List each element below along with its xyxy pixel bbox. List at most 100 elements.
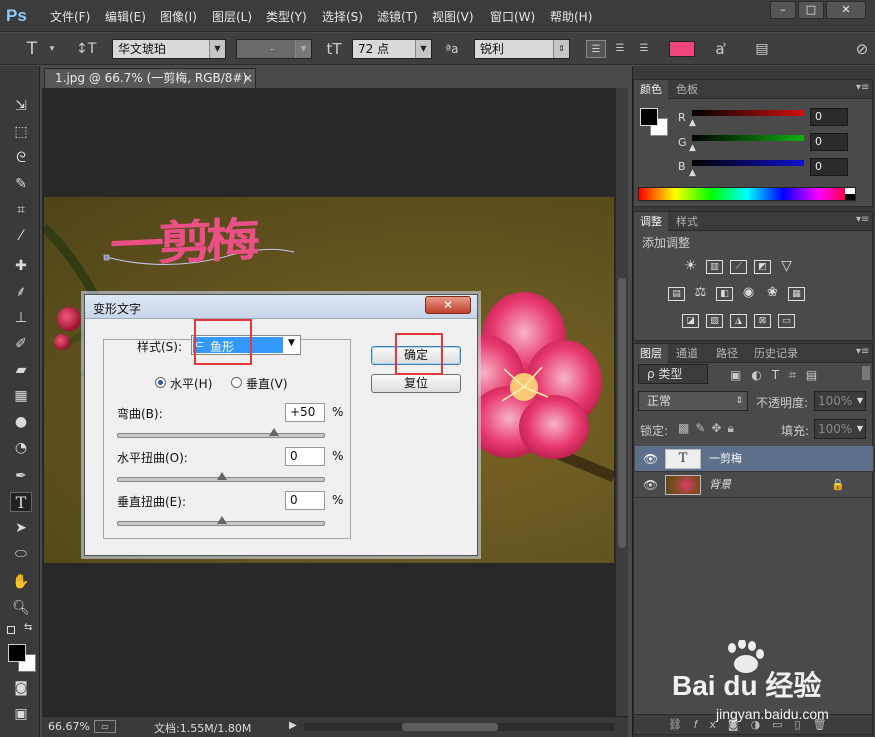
- bend-slider-thumb[interactable]: [269, 428, 279, 436]
- b-value[interactable]: 0: [810, 158, 848, 176]
- layer-name[interactable]: 一剪梅: [709, 446, 742, 472]
- bend-slider[interactable]: [117, 428, 325, 438]
- vertical-distortion-slider[interactable]: [117, 516, 325, 526]
- tab-adjustments[interactable]: 调整: [634, 212, 668, 231]
- menu-image[interactable]: 图像(I): [160, 8, 197, 26]
- tab-color[interactable]: 颜色: [634, 80, 668, 99]
- menu-help[interactable]: 帮助(H): [550, 8, 592, 26]
- scrollbar-thumb[interactable]: [402, 723, 498, 731]
- tab-styles[interactable]: 样式: [670, 212, 704, 231]
- g-slider-track[interactable]: [692, 135, 804, 141]
- lasso-tool-icon[interactable]: ᘓ: [10, 148, 32, 168]
- filter-toggle[interactable]: [862, 366, 870, 380]
- color-spectrum-bar[interactable]: [638, 187, 856, 201]
- tab-history[interactable]: 历史记录: [748, 344, 804, 363]
- panel-menu-icon[interactable]: ▾≡: [856, 82, 869, 93]
- brush-tool-icon[interactable]: ⸙: [10, 282, 32, 302]
- tool-preset-dropdown-icon[interactable]: ▾: [42, 40, 62, 58]
- type-tool-icon[interactable]: T: [22, 40, 42, 58]
- vertical-distortion-slider-thumb[interactable]: [217, 516, 227, 524]
- horizontal-distortion-input[interactable]: 0: [285, 447, 325, 466]
- align-center-icon[interactable]: ☰: [610, 40, 630, 58]
- selective-color-icon[interactable]: ⊠: [754, 314, 771, 328]
- close-window-button[interactable]: ✕: [826, 1, 866, 19]
- filter-icons[interactable]: ▣◐T⌗▤: [730, 368, 827, 383]
- align-right-icon[interactable]: ☰: [634, 40, 654, 58]
- type-tool-icon[interactable]: T: [10, 492, 32, 512]
- zoom-level[interactable]: 66.67%: [48, 720, 90, 733]
- antialias-select[interactable]: 锐利 ⇕: [474, 39, 570, 59]
- move-tool-icon[interactable]: ⇲: [10, 96, 32, 116]
- reset-button[interactable]: 复位: [371, 374, 461, 393]
- horizontal-scrollbar[interactable]: [304, 723, 614, 731]
- levels-icon[interactable]: ▥: [706, 260, 723, 274]
- warped-text-layer[interactable]: 一剪梅: [110, 202, 254, 276]
- r-slider-thumb[interactable]: ▲: [689, 118, 696, 128]
- panel-menu-icon[interactable]: ▾≡: [856, 346, 869, 357]
- tab-swatches[interactable]: 色板: [670, 80, 704, 99]
- menu-window[interactable]: 窗口(W): [490, 8, 535, 26]
- tab-layers[interactable]: 图层: [634, 344, 668, 363]
- status-menu-arrow-icon[interactable]: ▶: [289, 720, 297, 731]
- menu-layer[interactable]: 图层(L): [212, 8, 252, 26]
- gradient-tool-icon[interactable]: ▦: [10, 386, 32, 406]
- foreground-swatch[interactable]: [640, 108, 658, 126]
- pen-tool-icon[interactable]: ✒: [10, 466, 32, 486]
- layer-filter-select[interactable]: ρ 类型: [638, 364, 708, 384]
- marquee-tool-icon[interactable]: ⬚: [10, 122, 32, 142]
- horizontal-distortion-slider[interactable]: [117, 472, 325, 482]
- visibility-eye-icon[interactable]: 👁︎: [643, 446, 658, 472]
- eraser-tool-icon[interactable]: ▰: [10, 360, 32, 380]
- path-select-tool-icon[interactable]: ➤: [10, 518, 32, 538]
- blur-tool-icon[interactable]: ●: [10, 412, 32, 432]
- menu-edit[interactable]: 编辑(E): [105, 8, 146, 26]
- maximize-button[interactable]: □: [798, 1, 824, 19]
- posterize-icon[interactable]: ▨: [706, 314, 723, 328]
- black-white-icon[interactable]: ◧: [716, 287, 733, 301]
- lock-options-icons[interactable]: ▩✎✥🔒︎: [678, 421, 740, 436]
- dodge-tool-icon[interactable]: ◔: [10, 438, 32, 458]
- font-family-select[interactable]: 华文琥珀 ▼: [112, 39, 226, 59]
- bend-input[interactable]: +50: [285, 403, 325, 422]
- vertical-scrollbar[interactable]: [615, 88, 628, 716]
- close-tab-icon[interactable]: ×: [243, 69, 253, 87]
- horizontal-radio[interactable]: [155, 377, 166, 388]
- document-tab[interactable]: 1.jpg @ 66.7% (一剪梅, RGB/8#) * ×: [44, 68, 256, 103]
- character-panel-icon[interactable]: ▤: [752, 40, 772, 58]
- menu-file[interactable]: 文件(F): [50, 8, 90, 26]
- invert-icon[interactable]: ◪: [682, 314, 699, 328]
- clone-stamp-tool-icon[interactable]: ⊥: [10, 308, 32, 328]
- dialog-titlebar[interactable]: 变形文字 ✕: [85, 295, 477, 319]
- font-style-select[interactable]: - ▼: [236, 39, 312, 59]
- warp-text-icon[interactable]: ẚ: [710, 40, 730, 58]
- dialog-close-button[interactable]: ✕: [425, 296, 471, 314]
- menu-type[interactable]: 类型(Y): [266, 8, 307, 26]
- vertical-radio[interactable]: [231, 377, 242, 388]
- tab-channels[interactable]: 通道: [670, 344, 704, 363]
- layer-name[interactable]: 背景: [709, 472, 731, 498]
- r-value[interactable]: 0: [810, 108, 848, 126]
- foreground-color-swatch[interactable]: [8, 644, 26, 662]
- threshold-icon[interactable]: ◮: [730, 314, 747, 328]
- vertical-distortion-input[interactable]: 0: [285, 491, 325, 510]
- ellipse-tool-icon[interactable]: ⬭: [10, 544, 32, 564]
- toggle-orientation-icon[interactable]: ↕T: [76, 40, 96, 58]
- swap-colors-icon[interactable]: ⇆: [24, 622, 32, 633]
- curves-icon[interactable]: ⟋: [730, 260, 747, 274]
- b-slider-thumb[interactable]: ▲: [689, 168, 696, 178]
- g-slider-thumb[interactable]: ▲: [689, 143, 696, 153]
- blend-mode-select[interactable]: 正常 ⇕: [638, 391, 748, 411]
- zoom-tool-icon[interactable]: 🔍︎: [10, 598, 32, 618]
- opacity-input[interactable]: 100% ▼: [814, 391, 866, 411]
- history-brush-tool-icon[interactable]: ✐: [10, 334, 32, 354]
- crop-tool-icon[interactable]: ⌗: [10, 200, 32, 220]
- default-colors-icon[interactable]: [7, 626, 15, 634]
- menu-select[interactable]: 选择(S): [322, 8, 363, 26]
- quick-mask-icon[interactable]: ◙: [10, 678, 32, 698]
- quick-select-tool-icon[interactable]: ✎: [10, 174, 32, 194]
- menu-view[interactable]: 视图(V): [432, 8, 474, 26]
- cancel-icon[interactable]: ⊘: [852, 40, 872, 58]
- brightness-icon[interactable]: ☀: [682, 259, 699, 274]
- panel-menu-icon[interactable]: ▾≡: [856, 214, 869, 225]
- layer-row-background[interactable]: 👁︎ 背景 🔒: [635, 472, 873, 498]
